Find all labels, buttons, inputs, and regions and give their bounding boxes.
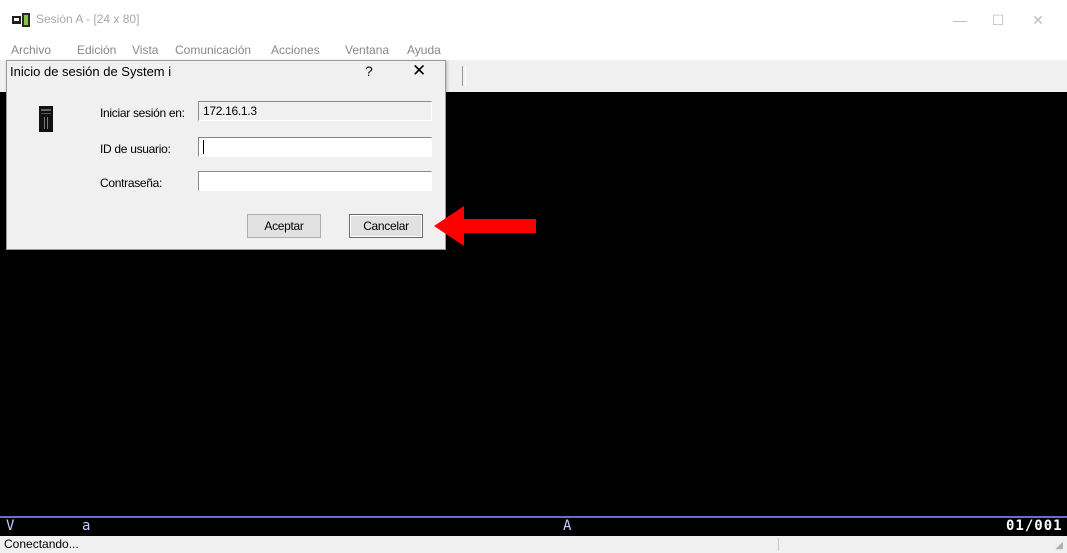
menu-comunicacion[interactable]: Comunicación — [175, 43, 251, 57]
help-button[interactable]: ? — [365, 63, 373, 79]
password-field[interactable] — [198, 171, 432, 191]
status-text: Conectando... — [4, 537, 79, 551]
cursor-position: 01/001 — [1006, 518, 1063, 534]
window-title: Sesión A - [24 x 80] — [36, 12, 140, 26]
dialog-title: Inicio de sesión de System i — [10, 64, 172, 79]
cancel-button[interactable]: Cancelar — [349, 214, 423, 238]
user-id-field[interactable] — [198, 137, 432, 157]
status-pane — [778, 538, 1049, 551]
user-id-label: ID de usuario: — [100, 142, 171, 156]
system-field[interactable]: 172.16.1.3 — [198, 101, 432, 121]
close-window-button[interactable]: ✕ — [1018, 8, 1058, 32]
oia-indicator-a-lower: a — [82, 518, 91, 534]
close-dialog-button[interactable]: ✕ — [412, 61, 426, 81]
status-bar: Conectando... ◢ — [0, 536, 1067, 553]
text-caret — [203, 140, 204, 154]
menu-ventana[interactable]: Ventana — [345, 43, 389, 57]
terminal-session-icon[interactable] — [12, 13, 30, 27]
operator-info-area: V a A 01/001 — [0, 516, 1067, 536]
menu-acciones[interactable]: Acciones — [271, 43, 320, 57]
system-label: Iniciar sesión en: — [100, 106, 185, 120]
menu-archivo[interactable]: Archivo — [11, 43, 51, 57]
red-arrow-pointing-left-icon — [434, 206, 536, 246]
password-label: Contraseña: — [100, 176, 163, 190]
maximize-button[interactable]: ☐ — [978, 8, 1018, 32]
title-bar: Sesión A - [24 x 80] — ☐ ✕ — [0, 0, 1067, 40]
menu-ayuda[interactable]: Ayuda — [407, 43, 441, 57]
accept-button[interactable]: Aceptar — [247, 214, 321, 238]
oia-indicator-a-upper: A — [563, 518, 572, 534]
resize-grip-icon[interactable]: ◢ — [1055, 540, 1063, 551]
toolbar-separator — [462, 66, 466, 86]
minimize-button[interactable]: — — [940, 8, 980, 32]
menu-bar: Archivo Edición Vista Comunicación Accio… — [0, 40, 1067, 60]
menu-edicion[interactable]: Edición — [77, 43, 116, 57]
oia-indicator-v: V — [6, 518, 15, 534]
menu-vista[interactable]: Vista — [132, 43, 158, 57]
system-i-server-icon — [39, 106, 53, 132]
